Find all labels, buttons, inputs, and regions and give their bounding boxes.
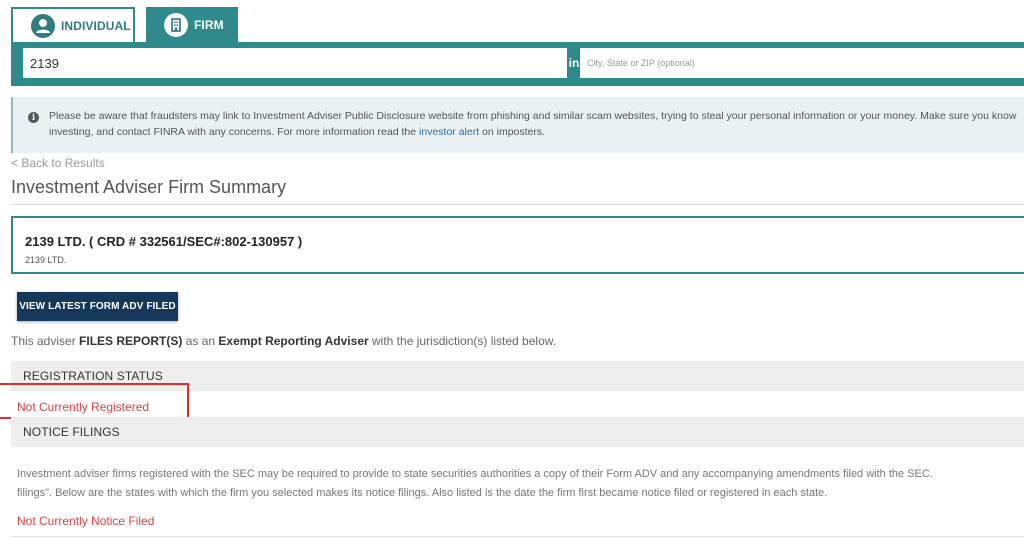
report-text-2: as an xyxy=(182,334,219,348)
alert-line-2-end: on imposters. xyxy=(479,126,546,138)
firm-heading: 2139 LTD. ( CRD # 332561/SEC#:802-130957… xyxy=(25,234,303,249)
divider xyxy=(11,536,1024,537)
fraud-alert-banner: i Please be aware that fraudsters may li… xyxy=(11,97,1024,153)
report-text-3: with the jurisdiction(s) listed below. xyxy=(368,334,557,348)
alert-line-2: investing, and contact FINRA with any co… xyxy=(49,124,1024,140)
building-icon xyxy=(164,13,188,37)
notice-filing-status-value: Not Currently Notice Filed xyxy=(17,514,155,528)
alert-text: Please be aware that fraudsters may link… xyxy=(49,108,1024,140)
report-bold-1: FILES REPORT(S) xyxy=(79,334,183,348)
back-to-results-link[interactable]: < Back to Results xyxy=(11,156,105,170)
search-bar: in xyxy=(11,42,1024,86)
tab-individual[interactable]: INDIVIDUAL xyxy=(11,7,135,43)
divider xyxy=(11,204,1024,205)
alert-line-1: Please be aware that fraudsters may link… xyxy=(49,110,1017,122)
notice-line-2: filings". Below are the states with whic… xyxy=(17,487,828,499)
tab-individual-label: INDIVIDUAL xyxy=(61,19,131,33)
notice-filings-title: NOTICE FILINGS xyxy=(23,425,120,439)
firm-summary-card: 2139 LTD. ( CRD # 332561/SEC#:802-130957… xyxy=(11,216,1024,274)
investor-alert-link[interactable]: investor alert xyxy=(419,126,479,138)
location-input[interactable] xyxy=(580,48,1024,78)
annotation-highlight-box xyxy=(0,383,189,419)
tab-firm[interactable]: FIRM xyxy=(146,7,238,43)
notice-filings-description: Investment adviser firms registered with… xyxy=(17,465,1024,503)
view-latest-form-adv-button[interactable]: VIEW LATEST FORM ADV FILED xyxy=(17,292,178,321)
notice-line-1: Investment adviser firms registered with… xyxy=(17,468,933,480)
registration-status-title: REGISTRATION STATUS xyxy=(23,369,163,383)
search-input[interactable] xyxy=(23,48,567,78)
tab-firm-label: FIRM xyxy=(194,18,224,32)
alert-line-2-text: investing, and contact FINRA with any co… xyxy=(49,126,420,138)
report-text-1: This adviser xyxy=(11,334,80,348)
info-icon: i xyxy=(28,112,39,123)
firm-subname: 2139 LTD. xyxy=(25,255,67,265)
adviser-report-statement: This adviser FILES REPORT(S) as an Exemp… xyxy=(11,334,556,348)
notice-filings-header: NOTICE FILINGS xyxy=(11,417,1024,447)
report-bold-2: Exempt Reporting Adviser xyxy=(218,334,369,348)
person-icon xyxy=(31,14,55,38)
page-title: Investment Adviser Firm Summary xyxy=(11,177,287,197)
